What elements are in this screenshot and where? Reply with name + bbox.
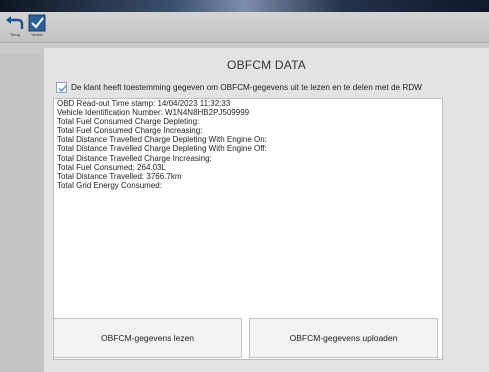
data-line: Total Distance Travelled Charge Depletin… [57, 135, 267, 145]
data-line: Total Distance Travelled Charge Increasi… [57, 153, 212, 163]
confirm-button[interactable]: Verder [26, 14, 48, 40]
back-label: Terug [9, 32, 20, 37]
toolbar: Terug Verder [0, 12, 489, 43]
read-obfcm-button[interactable]: OBFCM-gegevens lezen [53, 318, 242, 358]
data-line: Total Fuel Consumed Charge Depleting: [57, 117, 200, 127]
consent-checkbox[interactable] [56, 82, 68, 93]
back-button[interactable]: Terug [4, 14, 26, 40]
back-arrow-icon [6, 16, 24, 29]
left-margin [0, 54, 44, 372]
consent-label: De klant heeft toestemming gegeven om OB… [71, 83, 422, 92]
data-line: Total Distance Travelled: 3766.7km [57, 171, 182, 181]
data-line: Total Grid Energy Consumed: [57, 180, 162, 190]
data-line: Total Distance Travelled Charge Depletin… [57, 144, 267, 154]
confirm-label: Verder [31, 32, 43, 37]
dialog-title: OBFCM DATA [227, 58, 306, 72]
checkbox-icon [28, 14, 46, 32]
data-line: Total Fuel Consumed: 264.03L [57, 162, 166, 172]
data-line: OBD Read-out Time stamp: 14/04/2023 11:3… [57, 99, 231, 108]
app-window: Terug Verder OBFCM DATA De klant heeft t… [0, 12, 489, 372]
data-line: Total Fuel Consumed Charge Increasing: [57, 126, 203, 136]
upload-obfcm-button[interactable]: OBFCM-gegevens uploaden [249, 318, 438, 358]
obfcm-dialog: OBFCM DATA De klant heeft toestemming ge… [44, 48, 489, 372]
data-line: Vehicle Identification Number: W1N4N8HB2… [57, 108, 250, 118]
consent-row[interactable]: De klant heeft toestemming gegeven om OB… [56, 82, 486, 96]
check-mark-icon [58, 85, 68, 93]
